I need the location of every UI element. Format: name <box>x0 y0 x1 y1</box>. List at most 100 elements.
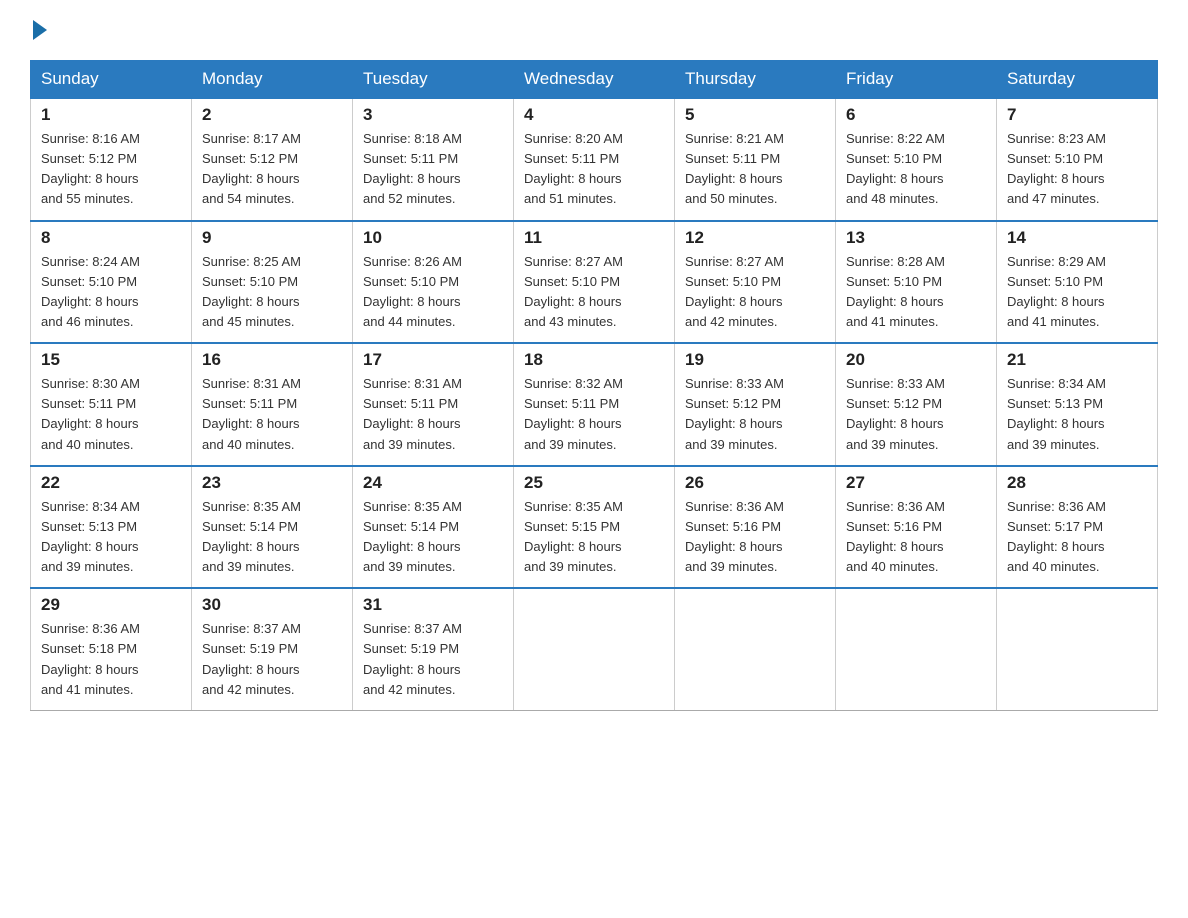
calendar-day-29: 29 Sunrise: 8:36 AMSunset: 5:18 PMDaylig… <box>31 588 192 710</box>
day-number: 14 <box>1007 228 1147 248</box>
day-number: 15 <box>41 350 181 370</box>
calendar-day-21: 21 Sunrise: 8:34 AMSunset: 5:13 PMDaylig… <box>997 343 1158 466</box>
day-info: Sunrise: 8:17 AMSunset: 5:12 PMDaylight:… <box>202 131 301 206</box>
calendar-day-9: 9 Sunrise: 8:25 AMSunset: 5:10 PMDayligh… <box>192 221 353 344</box>
day-info: Sunrise: 8:21 AMSunset: 5:11 PMDaylight:… <box>685 131 784 206</box>
calendar-day-1: 1 Sunrise: 8:16 AMSunset: 5:12 PMDayligh… <box>31 98 192 221</box>
day-number: 23 <box>202 473 342 493</box>
empty-cell <box>836 588 997 710</box>
calendar-day-5: 5 Sunrise: 8:21 AMSunset: 5:11 PMDayligh… <box>675 98 836 221</box>
calendar-day-26: 26 Sunrise: 8:36 AMSunset: 5:16 PMDaylig… <box>675 466 836 589</box>
day-number: 12 <box>685 228 825 248</box>
day-info: Sunrise: 8:36 AMSunset: 5:17 PMDaylight:… <box>1007 499 1106 574</box>
day-number: 29 <box>41 595 181 615</box>
calendar-header-row: SundayMondayTuesdayWednesdayThursdayFrid… <box>31 61 1158 99</box>
calendar-day-12: 12 Sunrise: 8:27 AMSunset: 5:10 PMDaylig… <box>675 221 836 344</box>
day-info: Sunrise: 8:26 AMSunset: 5:10 PMDaylight:… <box>363 254 462 329</box>
day-number: 6 <box>846 105 986 125</box>
calendar-day-8: 8 Sunrise: 8:24 AMSunset: 5:10 PMDayligh… <box>31 221 192 344</box>
empty-cell <box>997 588 1158 710</box>
day-info: Sunrise: 8:20 AMSunset: 5:11 PMDaylight:… <box>524 131 623 206</box>
weekday-header-wednesday: Wednesday <box>514 61 675 99</box>
calendar-week-row-1: 1 Sunrise: 8:16 AMSunset: 5:12 PMDayligh… <box>31 98 1158 221</box>
calendar-day-27: 27 Sunrise: 8:36 AMSunset: 5:16 PMDaylig… <box>836 466 997 589</box>
day-info: Sunrise: 8:16 AMSunset: 5:12 PMDaylight:… <box>41 131 140 206</box>
calendar-day-25: 25 Sunrise: 8:35 AMSunset: 5:15 PMDaylig… <box>514 466 675 589</box>
day-number: 19 <box>685 350 825 370</box>
weekday-header-saturday: Saturday <box>997 61 1158 99</box>
day-number: 21 <box>1007 350 1147 370</box>
weekday-header-sunday: Sunday <box>31 61 192 99</box>
day-info: Sunrise: 8:25 AMSunset: 5:10 PMDaylight:… <box>202 254 301 329</box>
day-number: 16 <box>202 350 342 370</box>
logo-triangle-icon <box>33 20 47 40</box>
calendar-day-7: 7 Sunrise: 8:23 AMSunset: 5:10 PMDayligh… <box>997 98 1158 221</box>
day-info: Sunrise: 8:34 AMSunset: 5:13 PMDaylight:… <box>1007 376 1106 451</box>
day-number: 10 <box>363 228 503 248</box>
calendar-day-24: 24 Sunrise: 8:35 AMSunset: 5:14 PMDaylig… <box>353 466 514 589</box>
day-info: Sunrise: 8:35 AMSunset: 5:14 PMDaylight:… <box>363 499 462 574</box>
calendar-day-15: 15 Sunrise: 8:30 AMSunset: 5:11 PMDaylig… <box>31 343 192 466</box>
day-info: Sunrise: 8:22 AMSunset: 5:10 PMDaylight:… <box>846 131 945 206</box>
day-info: Sunrise: 8:24 AMSunset: 5:10 PMDaylight:… <box>41 254 140 329</box>
calendar-day-16: 16 Sunrise: 8:31 AMSunset: 5:11 PMDaylig… <box>192 343 353 466</box>
calendar-day-20: 20 Sunrise: 8:33 AMSunset: 5:12 PMDaylig… <box>836 343 997 466</box>
day-number: 5 <box>685 105 825 125</box>
day-number: 24 <box>363 473 503 493</box>
weekday-header-thursday: Thursday <box>675 61 836 99</box>
day-number: 7 <box>1007 105 1147 125</box>
calendar-day-19: 19 Sunrise: 8:33 AMSunset: 5:12 PMDaylig… <box>675 343 836 466</box>
day-info: Sunrise: 8:31 AMSunset: 5:11 PMDaylight:… <box>202 376 301 451</box>
day-info: Sunrise: 8:34 AMSunset: 5:13 PMDaylight:… <box>41 499 140 574</box>
day-number: 31 <box>363 595 503 615</box>
calendar-week-row-3: 15 Sunrise: 8:30 AMSunset: 5:11 PMDaylig… <box>31 343 1158 466</box>
day-info: Sunrise: 8:36 AMSunset: 5:16 PMDaylight:… <box>846 499 945 574</box>
day-info: Sunrise: 8:37 AMSunset: 5:19 PMDaylight:… <box>363 621 462 696</box>
calendar-day-23: 23 Sunrise: 8:35 AMSunset: 5:14 PMDaylig… <box>192 466 353 589</box>
day-info: Sunrise: 8:31 AMSunset: 5:11 PMDaylight:… <box>363 376 462 451</box>
logo <box>30 20 47 40</box>
day-info: Sunrise: 8:29 AMSunset: 5:10 PMDaylight:… <box>1007 254 1106 329</box>
day-info: Sunrise: 8:30 AMSunset: 5:11 PMDaylight:… <box>41 376 140 451</box>
calendar-table: SundayMondayTuesdayWednesdayThursdayFrid… <box>30 60 1158 711</box>
calendar-day-18: 18 Sunrise: 8:32 AMSunset: 5:11 PMDaylig… <box>514 343 675 466</box>
day-info: Sunrise: 8:35 AMSunset: 5:14 PMDaylight:… <box>202 499 301 574</box>
calendar-day-30: 30 Sunrise: 8:37 AMSunset: 5:19 PMDaylig… <box>192 588 353 710</box>
day-info: Sunrise: 8:23 AMSunset: 5:10 PMDaylight:… <box>1007 131 1106 206</box>
weekday-header-tuesday: Tuesday <box>353 61 514 99</box>
day-info: Sunrise: 8:28 AMSunset: 5:10 PMDaylight:… <box>846 254 945 329</box>
day-info: Sunrise: 8:27 AMSunset: 5:10 PMDaylight:… <box>524 254 623 329</box>
day-number: 20 <box>846 350 986 370</box>
day-number: 30 <box>202 595 342 615</box>
day-number: 28 <box>1007 473 1147 493</box>
calendar-day-17: 17 Sunrise: 8:31 AMSunset: 5:11 PMDaylig… <box>353 343 514 466</box>
day-number: 4 <box>524 105 664 125</box>
day-info: Sunrise: 8:27 AMSunset: 5:10 PMDaylight:… <box>685 254 784 329</box>
day-number: 8 <box>41 228 181 248</box>
calendar-day-14: 14 Sunrise: 8:29 AMSunset: 5:10 PMDaylig… <box>997 221 1158 344</box>
day-number: 3 <box>363 105 503 125</box>
day-number: 17 <box>363 350 503 370</box>
day-info: Sunrise: 8:36 AMSunset: 5:18 PMDaylight:… <box>41 621 140 696</box>
day-number: 25 <box>524 473 664 493</box>
day-info: Sunrise: 8:36 AMSunset: 5:16 PMDaylight:… <box>685 499 784 574</box>
day-number: 22 <box>41 473 181 493</box>
day-number: 11 <box>524 228 664 248</box>
calendar-day-3: 3 Sunrise: 8:18 AMSunset: 5:11 PMDayligh… <box>353 98 514 221</box>
day-info: Sunrise: 8:32 AMSunset: 5:11 PMDaylight:… <box>524 376 623 451</box>
day-number: 27 <box>846 473 986 493</box>
weekday-header-friday: Friday <box>836 61 997 99</box>
calendar-day-11: 11 Sunrise: 8:27 AMSunset: 5:10 PMDaylig… <box>514 221 675 344</box>
day-info: Sunrise: 8:18 AMSunset: 5:11 PMDaylight:… <box>363 131 462 206</box>
day-number: 2 <box>202 105 342 125</box>
day-info: Sunrise: 8:35 AMSunset: 5:15 PMDaylight:… <box>524 499 623 574</box>
day-number: 9 <box>202 228 342 248</box>
calendar-day-28: 28 Sunrise: 8:36 AMSunset: 5:17 PMDaylig… <box>997 466 1158 589</box>
empty-cell <box>675 588 836 710</box>
day-info: Sunrise: 8:33 AMSunset: 5:12 PMDaylight:… <box>685 376 784 451</box>
calendar-day-4: 4 Sunrise: 8:20 AMSunset: 5:11 PMDayligh… <box>514 98 675 221</box>
calendar-day-13: 13 Sunrise: 8:28 AMSunset: 5:10 PMDaylig… <box>836 221 997 344</box>
calendar-week-row-5: 29 Sunrise: 8:36 AMSunset: 5:18 PMDaylig… <box>31 588 1158 710</box>
day-info: Sunrise: 8:37 AMSunset: 5:19 PMDaylight:… <box>202 621 301 696</box>
calendar-day-10: 10 Sunrise: 8:26 AMSunset: 5:10 PMDaylig… <box>353 221 514 344</box>
